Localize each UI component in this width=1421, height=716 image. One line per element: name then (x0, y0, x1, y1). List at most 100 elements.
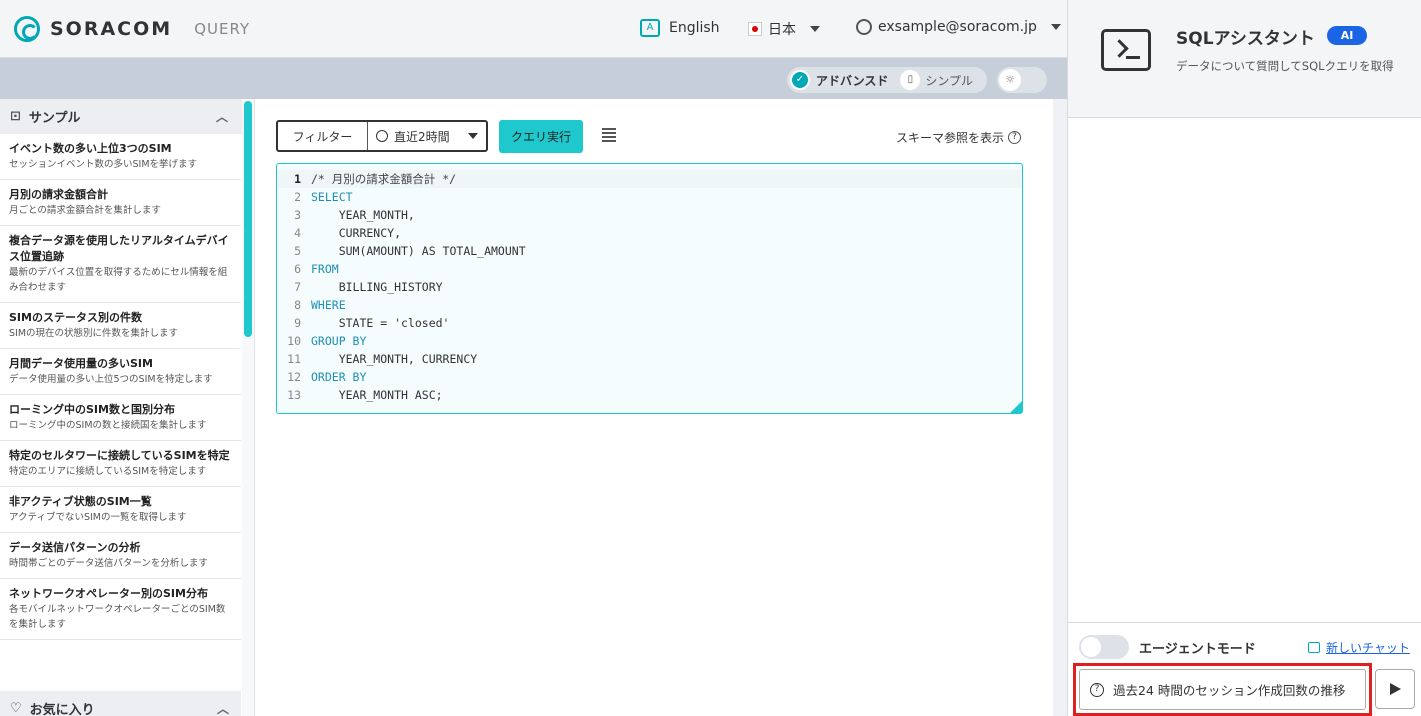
sample-desc: 時間帯ごとのデータ送信パターンを分析します (9, 558, 208, 569)
user-email: exsample@soracom.jp (878, 19, 1037, 35)
sample-item[interactable]: データ送信パターンの分析時間帯ごとのデータ送信パターンを分析します (0, 533, 241, 579)
sample-title: 非アクティブ状態のSIM一覧 (9, 495, 152, 508)
sample-item[interactable]: イベント数の多い上位3つのSIM セッションイベント数の多いSIMを挙げます (0, 134, 241, 180)
sample-title: イベント数の多い上位3つのSIM (9, 142, 172, 155)
sample-icon: ⊡ (10, 109, 21, 124)
sample-title: SIMのステータス別の件数 (9, 311, 142, 324)
code-line: SELECT (311, 190, 353, 204)
chevron-down-icon (810, 26, 820, 32)
soracom-logo-icon (14, 16, 40, 42)
send-button[interactable] (1375, 669, 1415, 709)
sample-section-title: サンプル (28, 111, 81, 126)
mode-simple[interactable]: ▯ シンプル (900, 70, 973, 90)
soracom-logo[interactable]: SORACOM QUERY (14, 16, 250, 42)
sample-title: 複合データ源を使用したリアルタイムデバイス位置追跡 (9, 234, 229, 263)
sample-item[interactable]: SIMのステータス別の件数 SIMの現在の状態別に件数を集計します (0, 303, 241, 349)
sample-desc: 特定のエリアに接続しているSIMを特定します (9, 466, 207, 477)
filter-group: フィルター 直近2時間 (276, 120, 488, 152)
brand-name: SORACOM (50, 18, 173, 40)
sample-desc: 各モバイルネットワークオペレーターごとのSIM数を集計します (9, 604, 226, 630)
assistant-description: データについて質問してSQLクエリを取得 (1176, 59, 1394, 73)
run-query-button[interactable]: クエリ実行 (499, 120, 583, 153)
sample-item[interactable]: 非アクティブ状態のSIM一覧アクティブでないSIMの一覧を取得します (0, 487, 241, 533)
sql-assistant-panel: SQLアシスタント AI データについて質問してSQLクエリを取得 エージェント… (1067, 0, 1421, 716)
panel-icon: ▯ (900, 70, 921, 90)
assistant-header: SQLアシスタント AI データについて質問してSQLクエリを取得 (1068, 0, 1421, 118)
new-chat-label: 新しいチャット (1326, 641, 1410, 655)
language-selector[interactable]: A English (640, 19, 720, 37)
sample-item[interactable]: 複合データ源を使用したリアルタイムデバイス位置追跡 最新のデバイス位置を取得するた… (0, 226, 241, 303)
sample-title: ネットワークオペレーター別のSIM分布 (9, 587, 208, 600)
help-icon: ? (1090, 682, 1104, 697)
code-line: WHERE (311, 298, 346, 312)
region-selector[interactable]: 日本 (748, 19, 820, 39)
sun-icon: ☼ (999, 69, 1021, 91)
sidebar-scroll-thumb[interactable] (244, 101, 252, 337)
sample-desc: 月ごとの請求金額合計を集計します (9, 205, 161, 216)
sample-item[interactable]: 月間データ使用量の多いSIM データ使用量の多い上位5つのSIMを特定します (0, 349, 241, 395)
assistant-input[interactable]: ? 過去24 時間のセッション作成回数の推移 (1079, 669, 1366, 710)
sample-item[interactable]: ローミング中のSIM数と国別分布 ローミング中のSIMの数と接続国を集計します (0, 395, 241, 441)
line-number: 2 (294, 190, 301, 204)
sample-item[interactable]: 特定のセルタワーに接続しているSIMを特定 特定のエリアに接続しているSIMを特定… (0, 441, 241, 487)
resize-handle[interactable] (1010, 401, 1022, 413)
sample-sidebar: ⊡ サンプル ︿ イベント数の多い上位3つのSIM セッションイベント数の多いSI… (0, 99, 255, 716)
sample-desc: アクティブでないSIMの一覧を取得します (9, 512, 187, 523)
theme-toggle[interactable]: ☼ (997, 67, 1047, 93)
sample-desc: ローミング中のSIMの数と接続国を集計します (9, 420, 207, 431)
line-number: 1 (294, 172, 301, 186)
user-icon (856, 19, 872, 35)
line-number: 4 (294, 226, 301, 240)
code-line: /* 月別の請求金額合計 */ (311, 172, 457, 186)
favorites-section-header[interactable]: ♡ お気に入り ︿ (0, 691, 241, 716)
ai-badge: AI (1327, 26, 1367, 45)
mode-toggle[interactable]: ✓ アドバンスド ▯ シンプル (787, 67, 987, 93)
code-line: YEAR_MONTH, (311, 208, 415, 222)
main-scrollbar[interactable] (1053, 99, 1067, 716)
chevron-up-icon: ︿ (215, 110, 228, 124)
terminal-icon (1101, 29, 1151, 71)
code-line: YEAR_MONTH ASC; (311, 388, 443, 402)
sample-section-header[interactable]: ⊡ サンプル ︿ (0, 99, 254, 134)
chat-icon (1308, 642, 1320, 653)
agent-mode-toggle[interactable] (1079, 635, 1129, 659)
toggle-knob (1081, 637, 1101, 657)
clock-icon (376, 130, 388, 142)
sample-item[interactable]: ネットワークオペレーター別のSIM分布各モバイルネットワークオペレーターごとのS… (0, 579, 241, 640)
code-line: YEAR_MONTH, CURRENCY (311, 352, 478, 366)
line-number: 8 (294, 298, 301, 312)
region-label: 日本 (768, 22, 796, 38)
japan-flag-icon (748, 22, 762, 36)
schema-toggle[interactable]: スキーマ参照を表示 ? (896, 129, 1022, 146)
sample-desc: 最新のデバイス位置を取得するためにセル情報を組み合わせます (9, 267, 228, 293)
chevron-down-icon (1050, 24, 1061, 30)
sample-title: 月間データ使用量の多いSIM (9, 357, 153, 370)
sample-desc: セッションイベント数の多いSIMを挙げます (9, 159, 198, 170)
time-range-label: 直近2時間 (394, 129, 450, 144)
format-icon[interactable] (602, 128, 616, 142)
mode-simple-label: シンプル (925, 73, 974, 88)
new-chat-link[interactable]: 新しいチャット (1308, 639, 1410, 656)
filter-button[interactable]: フィルター (278, 122, 368, 150)
code-line: FROM (311, 262, 339, 276)
top-header: SORACOM QUERY A English 日本 exsample@sora… (0, 0, 1067, 58)
assistant-footer: エージェントモード 新しいチャット ? 過去24 時間のセッション作成回数の推移 (1068, 622, 1421, 716)
language-label: English (669, 20, 720, 36)
code-line: CURRENCY, (311, 226, 402, 240)
line-number: 7 (294, 280, 301, 294)
sample-title: 特定のセルタワーに接続しているSIMを特定 (9, 449, 230, 462)
mode-advanced[interactable]: ✓ アドバンスド (787, 70, 888, 90)
translate-icon: A (640, 19, 660, 37)
sql-editor[interactable]: 1 /* 月別の請求金額合計 */ 2 SELECT 3 YEAR_MONTH, 4… (276, 163, 1023, 414)
product-name: QUERY (194, 20, 251, 38)
assistant-input-text: 過去24 時間のセッション作成回数の推移 (1113, 683, 1346, 698)
code-line: SUM(AMOUNT) AS TOTAL_AMOUNT (311, 244, 526, 258)
time-range-select[interactable]: 直近2時間 (368, 128, 478, 145)
sample-title: データ送信パターンの分析 (9, 541, 141, 554)
sample-item[interactable]: 月別の請求金額合計 月ごとの請求金額合計を集計します (0, 180, 241, 226)
agent-mode-label: エージェントモード (1139, 642, 1256, 657)
sample-desc: SIMの現在の状態別に件数を集計します (9, 328, 179, 339)
help-icon: ? (1008, 131, 1022, 144)
user-menu[interactable]: exsample@soracom.jp (856, 19, 1061, 35)
chevron-down-icon (467, 133, 478, 139)
